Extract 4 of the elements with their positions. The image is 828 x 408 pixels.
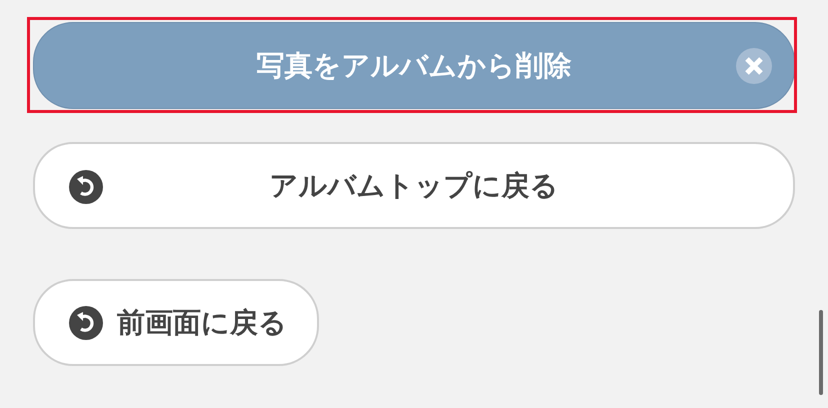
close-icon <box>736 48 772 84</box>
back-button[interactable]: アルバムトップに戻る <box>33 142 795 229</box>
scrollbar[interactable] <box>819 310 823 395</box>
back-button[interactable]: 前画面に戻る <box>33 279 319 366</box>
